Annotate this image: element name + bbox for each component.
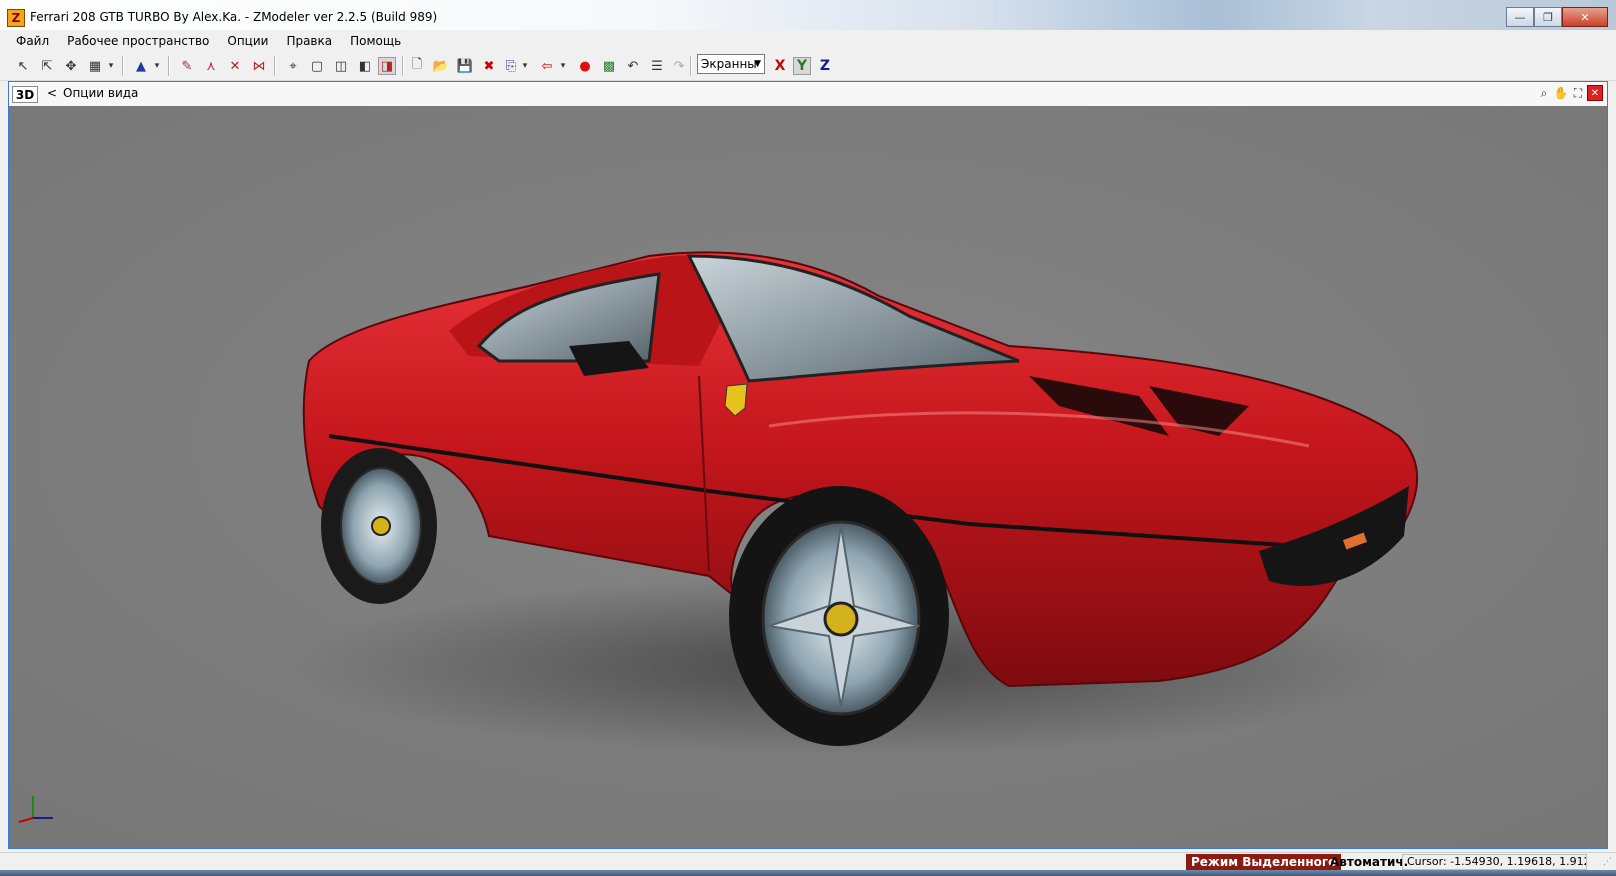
select-mode-icon[interactable]: ⇱ bbox=[38, 57, 56, 75]
face-icon[interactable]: ⋈ bbox=[250, 57, 268, 75]
undo-icon[interactable]: ↶ bbox=[624, 57, 642, 75]
axis-x-button[interactable]: X bbox=[771, 57, 789, 75]
resize-grip-icon[interactable]: ⋰ bbox=[1603, 857, 1612, 867]
menu-bar: Файл Рабочее пространство Опции Правка П… bbox=[0, 30, 1616, 52]
menu-workspace[interactable]: Рабочее пространство bbox=[58, 30, 218, 52]
cube-textured-icon[interactable]: ◨ bbox=[378, 57, 396, 75]
cube-wire-icon[interactable]: ▢ bbox=[308, 57, 326, 75]
export-icon[interactable]: ⇦ bbox=[538, 57, 556, 75]
rear-wheel bbox=[321, 448, 437, 604]
pan-icon[interactable]: ✋ bbox=[1553, 85, 1569, 101]
close-icon: ✕ bbox=[1580, 10, 1590, 24]
import-dropdown-icon[interactable]: ▾ bbox=[520, 57, 530, 75]
toolbar-separator bbox=[402, 56, 404, 76]
cube-shaded-icon[interactable]: ◧ bbox=[356, 57, 374, 75]
cursor-coordinates: Cursor: -1.54930, 1.19618, 1.91239 bbox=[1402, 854, 1587, 870]
toolbar-separator bbox=[274, 56, 276, 76]
paint-icon[interactable]: ✎ bbox=[178, 57, 196, 75]
restore-icon: ❐ bbox=[1543, 10, 1553, 24]
vertex-icon[interactable]: ⋏ bbox=[202, 57, 220, 75]
texture-icon[interactable]: ▩ bbox=[600, 57, 618, 75]
viewport-tools: ⌕ ✋ ⛶ ✕ bbox=[1535, 85, 1603, 101]
minimize-icon: — bbox=[1514, 10, 1526, 24]
status-auto-label[interactable]: Автоматич. bbox=[1330, 854, 1408, 870]
hierarchy-dropdown-icon[interactable]: ▾ bbox=[106, 57, 116, 75]
fit-view-icon[interactable]: ⛶ bbox=[1570, 85, 1586, 101]
save-icon[interactable]: 💾 bbox=[456, 57, 474, 75]
title-bar: Z Ferrari 208 GTB TURBO By Alex.Ka. - ZM… bbox=[0, 0, 1616, 34]
viewport-back-button[interactable]: < bbox=[47, 86, 57, 100]
properties-icon[interactable]: ☰ bbox=[648, 57, 666, 75]
new-file-icon[interactable]: 🗋 bbox=[408, 57, 426, 75]
chevron-down-icon: ▼ bbox=[754, 59, 761, 69]
view-mode-value: Экранны bbox=[701, 57, 757, 71]
open-folder-icon[interactable]: 📂 bbox=[432, 57, 450, 75]
toolbar-separator bbox=[122, 56, 124, 76]
viewport-scene[interactable] bbox=[9, 106, 1607, 848]
axis-z-button[interactable]: Z bbox=[816, 57, 834, 75]
app-icon[interactable]: Z bbox=[7, 9, 25, 27]
axis-y-button[interactable]: Y bbox=[793, 57, 811, 75]
view-mode-select[interactable]: Экранны ▼ bbox=[697, 54, 765, 74]
status-mode-badge[interactable]: Режим Выделенного bbox=[1186, 854, 1342, 870]
cone-dropdown-icon[interactable]: ▾ bbox=[152, 57, 162, 75]
redo-icon[interactable]: ↷ bbox=[670, 57, 688, 75]
viewport-mode-button[interactable]: 3D bbox=[12, 86, 38, 103]
toolbar-separator bbox=[690, 56, 692, 76]
export-dropdown-icon[interactable]: ▾ bbox=[558, 57, 568, 75]
select-icon[interactable]: ↖ bbox=[14, 57, 32, 75]
menu-file[interactable]: Файл bbox=[0, 30, 58, 52]
car-model bbox=[9, 106, 1607, 848]
toolbar-separator bbox=[168, 56, 170, 76]
viewport-header: 3D < Опции вида ⌕ ✋ ⛶ ✕ bbox=[9, 82, 1607, 107]
hierarchy-icon[interactable]: ▦ bbox=[86, 57, 104, 75]
menu-options[interactable]: Опции bbox=[218, 30, 277, 52]
edge-icon[interactable]: ✕ bbox=[226, 57, 244, 75]
cone-icon[interactable]: ▲ bbox=[132, 57, 150, 75]
viewport-options-title[interactable]: Опции вида bbox=[63, 86, 138, 100]
minimize-button[interactable]: — bbox=[1506, 7, 1534, 27]
window-controls: — ❐ ✕ bbox=[1506, 7, 1608, 27]
status-bar: Режим Выделенного Автоматич. Cursor: -1.… bbox=[0, 852, 1616, 871]
exit-view-icon[interactable]: ✕ bbox=[1587, 85, 1603, 101]
menu-edit[interactable]: Правка bbox=[277, 30, 341, 52]
object-icon[interactable]: ⌖ bbox=[284, 57, 302, 75]
zoom-icon[interactable]: ⌕ bbox=[1536, 85, 1552, 101]
os-taskbar bbox=[0, 870, 1616, 876]
restore-button[interactable]: ❐ bbox=[1534, 7, 1562, 27]
close-button[interactable]: ✕ bbox=[1562, 7, 1608, 27]
viewport-3d[interactable]: 3D < Опции вида ⌕ ✋ ⛶ ✕ bbox=[8, 81, 1608, 849]
cube-flat-icon[interactable]: ◫ bbox=[332, 57, 350, 75]
menu-help[interactable]: Помощь bbox=[341, 30, 410, 52]
material-icon[interactable]: ● bbox=[576, 57, 594, 75]
delete-icon[interactable]: ✖ bbox=[480, 57, 498, 75]
move-icon[interactable]: ✥ bbox=[62, 57, 80, 75]
import-icon[interactable]: ⎘ bbox=[502, 57, 520, 75]
window-title: Ferrari 208 GTB TURBO By Alex.Ka. - ZMod… bbox=[30, 10, 438, 24]
front-wheel bbox=[729, 486, 949, 746]
